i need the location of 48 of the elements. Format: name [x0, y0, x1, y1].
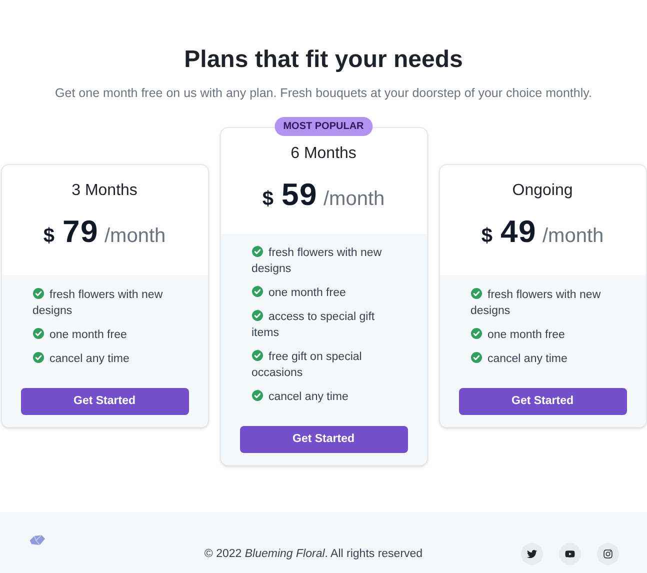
plan-name: 3 Months: [72, 180, 138, 201]
feature-item: fresh flowers with new designs: [252, 245, 383, 278]
logo-icon: [28, 534, 46, 547]
feature-item: one month free: [252, 285, 396, 302]
feature-item: fresh flowers with new designs: [470, 287, 602, 320]
get-started-button[interactable]: Get Started: [20, 388, 188, 416]
check-icon: [252, 390, 262, 402]
twitter-link[interactable]: [521, 543, 543, 565]
check-icon: [470, 328, 482, 340]
copyright-text: © 2022 Blueming Floral. All rights reserved: [204, 546, 423, 562]
feature-item: one month free: [32, 327, 176, 344]
price-period: /month: [324, 186, 385, 212]
price: 59: [281, 176, 318, 214]
check-icon: [470, 288, 482, 300]
price: 79: [62, 212, 98, 251]
plan-name: Ongoing: [512, 180, 573, 201]
page-subtitle: Get one month free on us with any plan. Fresh bouquets at your doorstep of your choice monthly.: [55, 85, 592, 102]
popular-badge: MOST POPULAR: [274, 116, 373, 136]
check-icon: [252, 286, 262, 298]
price-period: /month: [104, 224, 166, 249]
feature-item: access to special gift items: [252, 309, 376, 342]
price: 49: [500, 212, 536, 251]
twitter-icon: [527, 549, 537, 559]
youtube-link[interactable]: [559, 543, 581, 565]
check-icon: [470, 352, 482, 364]
price-period: /month: [542, 224, 604, 249]
check-icon: [252, 246, 262, 258]
check-icon: [252, 350, 262, 362]
youtube-icon: [565, 549, 575, 559]
check-icon: [32, 328, 44, 340]
check-icon: [252, 310, 262, 322]
feature-item: cancel any time: [32, 351, 176, 368]
feature-item: cancel any time: [470, 351, 614, 368]
check-icon: [32, 288, 44, 300]
check-icon: [32, 352, 44, 364]
get-started-button[interactable]: Get Started: [458, 388, 626, 416]
page-title: Plans that fit your needs: [184, 45, 463, 75]
feature-item: free gift on special occasions: [252, 349, 363, 382]
get-started-button[interactable]: Get Started: [240, 426, 408, 454]
currency: $: [43, 224, 54, 249]
plan-name: 6 Months: [290, 144, 356, 164]
feature-item: fresh flowers with new designs: [32, 287, 164, 320]
feature-item: one month free: [470, 327, 614, 344]
currency: $: [481, 224, 492, 249]
instagram-link[interactable]: [597, 543, 619, 565]
instagram-icon: [603, 549, 613, 559]
feature-item: cancel any time: [252, 389, 396, 406]
currency: $: [262, 186, 274, 212]
